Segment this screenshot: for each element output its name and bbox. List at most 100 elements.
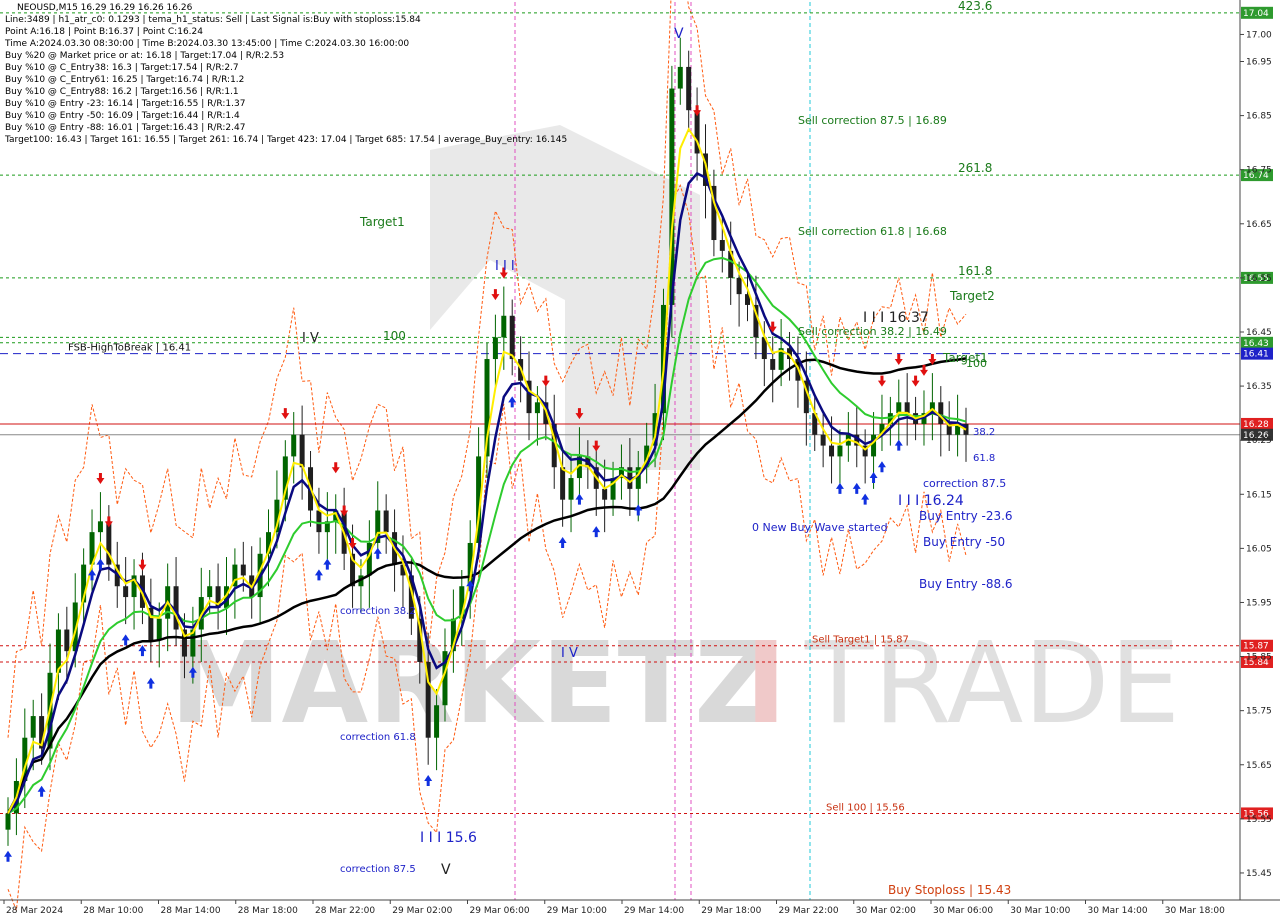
candle-body	[719, 240, 725, 251]
level-label-fsb-high: FSB-HighToBreak | 16.41	[68, 343, 191, 354]
x-tick-label: 28 Mar 18:00	[238, 906, 298, 916]
correction-875-left-label: correction 87.5	[340, 864, 416, 875]
wave-iii-1624-label: I I I 16.24	[898, 493, 964, 509]
target1-left-label: Target1	[359, 215, 405, 229]
price-tag-text-sell-target1: 15.87	[1243, 642, 1269, 652]
new-buy-wave-label: 0 New Buy Wave started	[752, 521, 888, 534]
info-line: Buy %10 @ Entry -23: 16.14 | Target:16.5…	[5, 99, 246, 109]
info-panel: NEOUSD,M15 16.29 16.29 16.26 16.26 Line:…	[5, 2, 567, 146]
candle-body	[829, 445, 835, 457]
correction-618-right-label: 61.8	[973, 453, 995, 464]
x-tick-label: 29 Mar 22:00	[779, 906, 839, 916]
correction-382-right-label: 38.2	[973, 427, 995, 438]
candle-body	[299, 434, 305, 468]
correction-618-left-label: correction 61.8	[340, 732, 416, 743]
candle-body	[97, 521, 103, 533]
candle-body	[30, 716, 36, 738]
sell-correction-382-label: Sell correction 38.2 | 16.49	[798, 325, 947, 338]
candle-body	[534, 402, 540, 414]
correction-382-left-label: correction 38.2	[340, 606, 416, 617]
y-tick-label: 15.85	[1246, 653, 1272, 663]
wave-iv-mid-label: I V	[561, 646, 578, 661]
candle-body	[871, 434, 877, 457]
candle-body	[677, 66, 683, 89]
wave-v-bottom-label: V	[441, 862, 451, 878]
candle-body	[501, 315, 507, 338]
info-line: Buy %10 @ Entry -50: 16.09 | Target:16.4…	[5, 111, 240, 121]
correction-875-right-label: correction 87.5	[923, 477, 1006, 490]
y-tick-label: 17.00	[1246, 30, 1272, 40]
wave-v-top-label: V	[674, 26, 684, 42]
buy-entry-50-label: Buy Entry -50	[923, 535, 1005, 549]
x-tick-label: 30 Mar 06:00	[933, 906, 993, 916]
y-tick-label: 16.95	[1246, 58, 1272, 68]
wave-iii-156-label: I I I 15.6	[420, 830, 477, 846]
candle-body	[156, 618, 162, 641]
hundred-right-label: 100	[966, 357, 987, 370]
y-tick-label: 16.25	[1246, 436, 1272, 446]
candle-body	[5, 813, 11, 830]
candle-body	[686, 66, 692, 111]
candle-body	[820, 434, 826, 446]
y-tick-label: 16.85	[1246, 112, 1272, 122]
y-tick-label: 15.75	[1246, 707, 1272, 717]
x-tick-label: 29 Mar 06:00	[470, 906, 530, 916]
level-label-target-423: 423.6	[958, 0, 992, 13]
info-line: Buy %10 @ C_Entry88: 16.2 | Target:16.56…	[5, 87, 239, 97]
x-tick-label: 28 Mar 22:00	[315, 906, 375, 916]
candle-body	[492, 337, 498, 360]
y-tick-label: 16.35	[1246, 382, 1272, 392]
info-line: Buy %20 @ Market price or at: 16.18 | Ta…	[5, 51, 285, 61]
info-line: Line:3489 | h1_atr_c0: 0.1293 | tema_h1_…	[5, 15, 421, 25]
y-tick-label: 16.15	[1246, 490, 1272, 500]
candle-body	[568, 478, 574, 500]
y-tick-label: 16.65	[1246, 220, 1272, 230]
candle-body	[64, 629, 70, 652]
buy-stoploss-label: Buy Stoploss | 15.43	[888, 883, 1011, 897]
sell-correction-618-label: Sell correction 61.8 | 16.68	[798, 225, 947, 238]
candle-body	[207, 586, 213, 598]
candle-body	[896, 402, 902, 414]
info-line: Buy %10 @ Entry -88: 16.01 | Target:16.4…	[5, 123, 246, 133]
x-tick-label: 29 Mar 02:00	[392, 906, 452, 916]
info-line: Target100: 16.43 | Target 161: 16.55 | T…	[5, 135, 568, 145]
buy-entry-236-label: Buy Entry -23.6	[919, 509, 1013, 523]
y-tick-label: 16.05	[1246, 544, 1272, 554]
y-tick-label: 15.95	[1246, 598, 1272, 608]
candle-body	[434, 705, 440, 738]
watermark-text-b: I	[745, 619, 787, 749]
x-tick-label: 29 Mar 10:00	[547, 906, 607, 916]
x-tick-label: 30 Mar 10:00	[1010, 906, 1070, 916]
watermark-text-a: MARKETZ	[170, 619, 775, 749]
candle-body	[240, 564, 246, 576]
x-tick-label: 29 Mar 18:00	[701, 906, 761, 916]
buy-entry-886-label: Buy Entry -88.6	[919, 577, 1013, 591]
y-tick-label: 15.45	[1246, 869, 1272, 879]
x-tick-label: 28 Mar 10:00	[83, 906, 143, 916]
target2-label: Target2	[949, 289, 995, 303]
x-tick-label: 30 Mar 02:00	[856, 906, 916, 916]
price-tag-text-current-price: 16.28	[1243, 420, 1269, 430]
symbol-line: NEOUSD,M15 16.29 16.29 16.26 16.26	[17, 3, 193, 13]
level-label-target-261: 261.8	[958, 161, 992, 175]
x-tick-label: 29 Mar 14:00	[624, 906, 684, 916]
wave-iii-1637-label: I I I 16.37	[863, 310, 929, 326]
candle-body	[770, 359, 776, 370]
info-line: Buy %10 @ C_Entry38: 16.3 | Target:17.54…	[5, 63, 239, 73]
info-line: Point A:16.18 | Point B:16.37 | Point C:…	[5, 27, 203, 37]
y-tick-label: 16.45	[1246, 328, 1272, 338]
y-tick-label: 16.55	[1246, 274, 1272, 284]
y-tick-label: 16.75	[1246, 166, 1272, 176]
x-tick-label: 28 Mar 2024	[6, 906, 63, 916]
info-line: Buy %10 @ C_Entry61: 16.25 | Target:16.7…	[5, 75, 245, 85]
level-label-target-100: 100	[383, 329, 406, 343]
candle-body	[383, 510, 389, 533]
candle-body	[904, 402, 910, 414]
x-tick-label: 30 Mar 14:00	[1088, 906, 1148, 916]
candle-body	[736, 277, 742, 295]
level-label-sell-100: Sell 100 | 15.56	[826, 802, 905, 813]
candle-body	[602, 488, 608, 500]
info-line: Time A:2024.03.30 08:30:00 | Time B:2024…	[5, 39, 410, 49]
wave-iii-top-label: I I I	[495, 259, 515, 274]
candle-body	[123, 586, 129, 598]
